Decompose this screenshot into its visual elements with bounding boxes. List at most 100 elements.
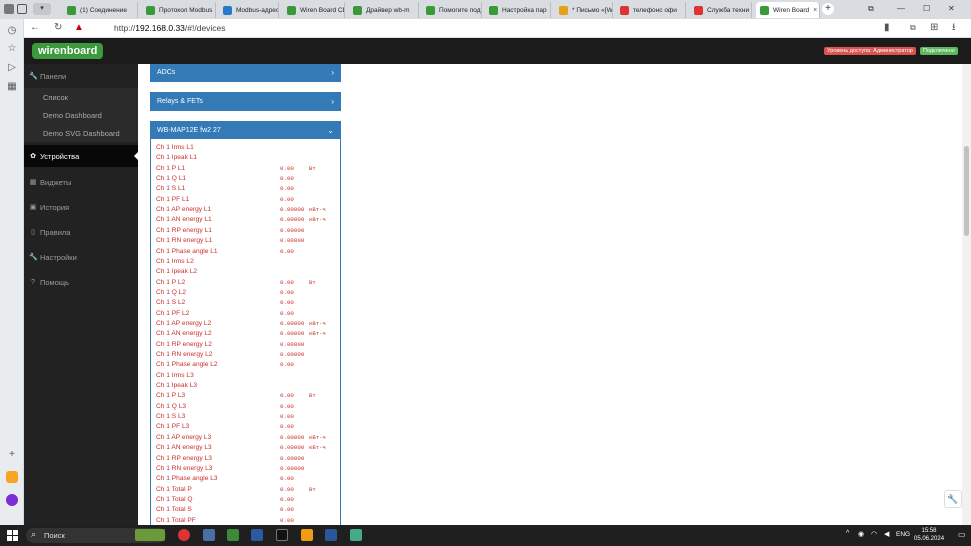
language-indicator[interactable]: ENG (896, 531, 910, 538)
screenshot-icon[interactable]: ⧉ (910, 23, 916, 33)
control-name: Ch 1 RP energy L3 (156, 454, 212, 462)
browser-tab[interactable]: Драйвер wb-m (349, 2, 419, 18)
insecure-warning-icon[interactable]: ▲ (74, 23, 84, 33)
sidebar-toggle-icon[interactable] (17, 4, 27, 14)
panel-relays-header[interactable]: Relays & FETs › (150, 92, 341, 111)
sidebar-item-label: Панели (40, 71, 67, 81)
panel-adcs-header[interactable]: ADCs › (150, 64, 341, 82)
access-level-badge[interactable]: Уровень доступа: Администратор (824, 47, 916, 55)
reload-icon[interactable]: ↻ (54, 23, 62, 33)
taskbar-clock[interactable]: 15:58 05.06.2024 (914, 527, 944, 543)
play-icon[interactable]: ▷ (6, 62, 18, 74)
terminal-icon[interactable] (276, 529, 288, 541)
browser-tab[interactable]: * Письмо «[Wi (555, 2, 613, 18)
control-name: Ch 1 Ipeak L3 (156, 382, 198, 390)
sidebar-item-panels[interactable]: 🔧 Панели (24, 65, 138, 87)
collections-icon[interactable]: ⊞ (930, 23, 938, 33)
control-name: Ch 1 Irms L1 (156, 144, 194, 151)
network-app-icon[interactable] (350, 529, 362, 541)
tray-chevron-up-icon[interactable]: ^ (846, 530, 849, 537)
close-window-icon[interactable]: ✕ (948, 4, 955, 13)
browser-menu-icon[interactable] (4, 4, 14, 14)
sidebar-item-rules[interactable]: ▯ Правила (24, 221, 138, 243)
wirenboard-logo[interactable]: wirenboard (32, 43, 104, 59)
add-icon[interactable]: + (6, 449, 18, 461)
bookmark-icon[interactable]: ☆ (6, 43, 18, 55)
scrollbar-thumb[interactable] (964, 146, 969, 236)
browser-tab[interactable]: Wiren Board CB (283, 2, 345, 18)
page-scrollbar[interactable] (962, 64, 971, 525)
wrench-icon: 🔧 (29, 73, 38, 80)
sidebar-item-demo-svg-dashboard[interactable]: Demo SVG Dashboard (24, 124, 138, 142)
bookmark-page-icon[interactable]: ▮ (884, 23, 890, 33)
control-value: 0.00 (280, 164, 294, 172)
sidebar-item-devices[interactable]: ✿ Устройства (24, 145, 138, 167)
download-icon[interactable]: ⭳ (952, 23, 956, 33)
tab-title: Wiren Board CB (300, 6, 345, 14)
tab-list-button[interactable]: ▾ (33, 3, 51, 15)
close-tab-icon[interactable]: × (813, 7, 817, 14)
tab-title: телефонс офи (633, 6, 677, 14)
browser-tab[interactable]: Wiren Board × (756, 2, 820, 18)
browser-tab[interactable]: Настройка пар (485, 2, 551, 18)
word-icon[interactable] (325, 529, 337, 541)
sidebar-item-help[interactable]: ? Помощь (24, 271, 138, 293)
control-row: Ch 1 Total P 0.00 Вт (156, 485, 340, 495)
sidebar-item-widgets[interactable]: ▦ Виджеты (24, 171, 138, 193)
yandex-browser-icon[interactable] (178, 529, 190, 541)
clock-time: 15:58 (921, 528, 937, 534)
maximize-icon[interactable]: ☐ (923, 4, 930, 13)
control-row: Ch 1 Ipeak L2 (156, 267, 340, 277)
control-row: Ch 1 PF L3 0.00 (156, 422, 340, 432)
control-name: Ch 1 AN energy L3 (156, 444, 212, 452)
weather-widget-icon[interactable] (135, 529, 165, 541)
calculator-icon[interactable] (203, 529, 215, 541)
history-icon[interactable]: ◷ (6, 25, 18, 37)
control-row: Ch 1 P L3 0.00 Вт (156, 391, 340, 401)
apps-icon[interactable]: ▦ (6, 81, 18, 93)
control-value: 0.00 (280, 516, 294, 524)
tab-favicon-icon (287, 5, 296, 15)
control-unit: Вт (309, 392, 316, 400)
sidebar-item-history[interactable]: ▣ История (24, 196, 138, 218)
control-value: 0.00000 (280, 330, 305, 338)
browser-tab[interactable]: Modbus-адрес (219, 2, 279, 18)
browser-tab[interactable]: Протокол Modbus (142, 2, 216, 18)
control-row: Ch 1 AP energy L1 0.00000 кВт·ч (156, 205, 340, 215)
volume-icon[interactable]: ◀ (884, 530, 889, 538)
network-icon[interactable]: ◉ (858, 530, 864, 538)
panel-wb-map12e-header[interactable]: WB-MAP12E fw2 27 ⌄ (150, 121, 341, 140)
assistant-icon[interactable] (6, 494, 18, 506)
control-value: 0.00 (280, 175, 294, 183)
control-name: Ch 1 P L2 (156, 278, 186, 286)
url-field[interactable]: http://192.168.0.33/#!/devices (114, 23, 226, 33)
tab-title: (1) Соединение (80, 6, 127, 14)
mail-app-icon[interactable] (6, 471, 18, 483)
browser-tab[interactable]: Служба техни (690, 2, 752, 18)
notifications-icon[interactable]: ▭ (958, 530, 966, 539)
sidebar-item-label: История (40, 202, 70, 212)
control-value: 0.00 (280, 195, 294, 203)
browser-tab[interactable]: телефонс офи (616, 2, 686, 18)
back-icon[interactable]: ← (30, 23, 40, 33)
sidebar-item-settings[interactable]: 🔧 Настройки (24, 246, 138, 268)
wifi-icon[interactable]: ◠ (871, 530, 877, 538)
new-tab-button[interactable]: + (822, 3, 834, 15)
sidebar-item-demo-dashboard[interactable]: Demo Dashboard (24, 106, 138, 124)
sidebar-item-list[interactable]: Список (24, 88, 138, 106)
browser-tab[interactable]: Помогите подь (422, 2, 482, 18)
minimize-icon[interactable]: — (897, 4, 905, 13)
control-value: 0.00000 (280, 206, 305, 214)
control-name: Ch 1 Q L2 (156, 288, 187, 296)
window-restore-icon[interactable]: ⧉ (868, 4, 874, 14)
browser-tab[interactable]: (1) Соединение (63, 2, 138, 18)
explorer-icon[interactable] (251, 529, 263, 541)
edit-wrench-button[interactable]: 🔧 (944, 490, 962, 508)
windows-start-icon[interactable] (7, 530, 18, 541)
address-bar: ← ↻ ▲ http://192.168.0.33/#!/devices ▮ ⧉… (24, 19, 971, 38)
tab-title: * Письмо «[Wi (572, 6, 613, 14)
control-row: Ch 1 Phase angle L2 0.00 (156, 360, 340, 370)
app-orange-icon[interactable] (301, 529, 313, 541)
control-name: Ch 1 Phase angle L1 (156, 247, 218, 255)
file-manager-icon[interactable] (227, 529, 239, 541)
